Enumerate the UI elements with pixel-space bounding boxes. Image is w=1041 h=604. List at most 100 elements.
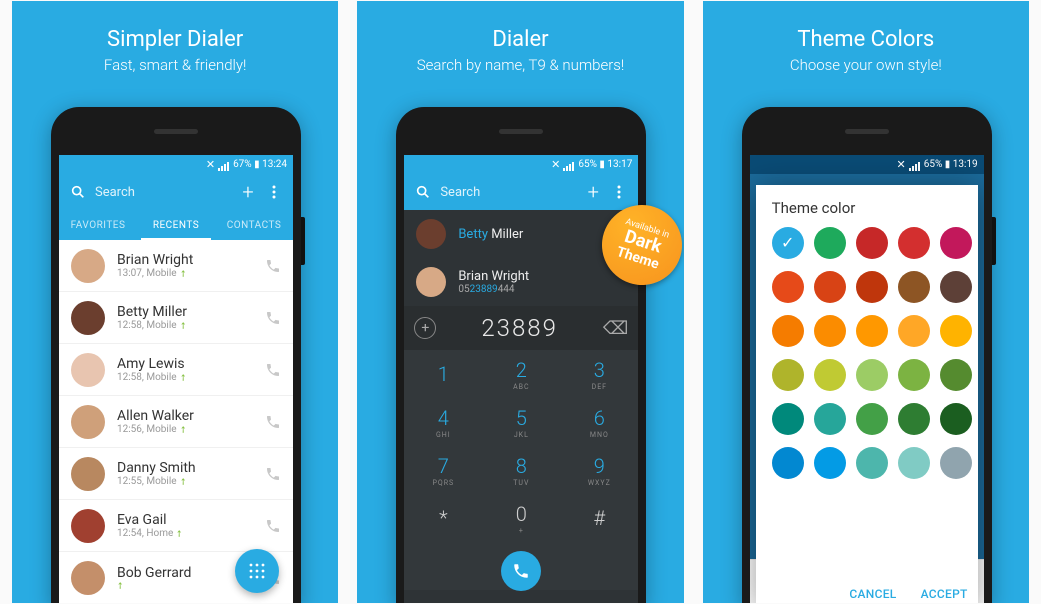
color-swatch[interactable] (940, 271, 972, 303)
call-icon[interactable] (265, 258, 281, 274)
key-8[interactable]: 8TUV (482, 446, 560, 494)
color-swatch[interactable] (898, 359, 930, 391)
phone-frame: ✕ 67% ▮ 13:24 Search + FAVORITES RECENTS… (51, 107, 301, 603)
overflow-icon[interactable] (265, 183, 283, 201)
panel-title: Dialer (357, 27, 683, 52)
call-icon[interactable] (265, 362, 281, 378)
add-icon[interactable]: + (584, 183, 602, 201)
call-icon[interactable] (265, 414, 281, 430)
call-icon[interactable] (265, 310, 281, 326)
contact-info: Brian Wright 13:07, Mobile ➚ (117, 252, 265, 279)
color-swatch[interactable] (856, 359, 888, 391)
key-number: # (594, 506, 606, 530)
accept-button[interactable]: ACCEPT (921, 587, 968, 601)
tab-contacts[interactable]: CONTACTS (215, 210, 293, 240)
color-swatch[interactable] (772, 227, 804, 259)
cancel-button[interactable]: CANCEL (849, 587, 896, 601)
key-*[interactable]: * (404, 494, 482, 542)
list-item[interactable]: Danny Smith 12:55, Mobile ➚ (59, 448, 293, 500)
color-swatch[interactable] (772, 403, 804, 435)
color-swatch[interactable] (940, 447, 972, 479)
dialpad-fab[interactable] (235, 549, 279, 593)
key-6[interactable]: 6MNO (560, 398, 638, 446)
list-item[interactable]: Amy Lewis 12:58, Mobile ➚ (59, 344, 293, 396)
color-swatch[interactable] (898, 315, 930, 347)
color-swatch[interactable] (898, 447, 930, 479)
dialog-buttons: CANCEL ACCEPT (849, 587, 967, 601)
contact-meta: 12:55, Mobile ➚ (117, 476, 265, 487)
mute-icon: ✕ (206, 158, 215, 171)
avatar (71, 561, 105, 595)
key-letters: TUV (513, 479, 529, 487)
search-result[interactable]: Brian Wright0523889444 (404, 258, 638, 306)
search-icon[interactable] (69, 183, 87, 201)
color-swatch[interactable] (772, 447, 804, 479)
backspace-icon[interactable]: ⌫ (603, 318, 628, 339)
color-swatch[interactable] (814, 403, 846, 435)
key-7[interactable]: 7PQRS (404, 446, 482, 494)
tab-recents[interactable]: RECENTS (137, 210, 215, 240)
color-swatch[interactable] (898, 271, 930, 303)
key-number: 0 (516, 502, 527, 526)
color-swatch[interactable] (856, 271, 888, 303)
key-0[interactable]: 0+ (482, 494, 560, 542)
list-item[interactable]: Brian Wright 13:07, Mobile ➚ (59, 240, 293, 292)
key-5[interactable]: 5JKL (482, 398, 560, 446)
color-swatch[interactable] (940, 359, 972, 391)
color-swatch[interactable] (940, 227, 972, 259)
color-swatch[interactable] (856, 315, 888, 347)
contact-meta: 12:56, Mobile ➚ (117, 424, 265, 435)
key-2[interactable]: 2ABC (482, 350, 560, 398)
color-swatch[interactable] (814, 271, 846, 303)
add-contact-icon[interactable]: + (414, 317, 436, 339)
color-swatch[interactable] (814, 227, 846, 259)
avatar (71, 509, 105, 543)
panel-title: Simpler Dialer (12, 27, 338, 52)
list-item[interactable]: Allen Walker 12:56, Mobile ➚ (59, 396, 293, 448)
status-bar: ✕ 65% ▮ 13:19 (750, 155, 984, 174)
overflow-icon[interactable] (610, 183, 628, 201)
theme-dialog: Theme color CANCEL ACCEPT (756, 185, 978, 603)
panel-subtitle: Search by name, T9 & numbers! (357, 56, 683, 74)
key-9[interactable]: 9WXYZ (560, 446, 638, 494)
dialog-title: Theme color (766, 199, 968, 217)
status-text: 65% ▮ 13:17 (578, 159, 632, 170)
color-swatch[interactable] (940, 315, 972, 347)
color-swatch[interactable] (814, 359, 846, 391)
search-input[interactable]: Search (95, 185, 231, 200)
color-swatch[interactable] (814, 315, 846, 347)
key-number: 6 (594, 406, 605, 430)
list-item[interactable]: Eva Gail 12:54, Home ➚ (59, 500, 293, 552)
outgoing-call-icon: ➚ (115, 579, 127, 591)
search-input[interactable]: Search (440, 185, 576, 200)
outgoing-call-icon: ➚ (177, 267, 189, 279)
outgoing-call-icon: ➚ (177, 475, 189, 487)
color-swatch-grid (766, 227, 968, 479)
key-#[interactable]: # (560, 494, 638, 542)
signal-icon (218, 158, 229, 171)
color-swatch[interactable] (898, 227, 930, 259)
app-bar: Search + (59, 174, 293, 210)
key-4[interactable]: 4GHI (404, 398, 482, 446)
color-swatch[interactable] (814, 447, 846, 479)
color-swatch[interactable] (856, 403, 888, 435)
call-button[interactable] (501, 551, 541, 591)
list-item[interactable]: Betty Miller 12:58, Mobile ➚ (59, 292, 293, 344)
add-icon[interactable]: + (239, 183, 257, 201)
color-swatch[interactable] (772, 359, 804, 391)
color-swatch[interactable] (856, 447, 888, 479)
call-icon[interactable] (265, 466, 281, 482)
color-swatch[interactable] (898, 403, 930, 435)
app-bar: Search + (404, 174, 638, 210)
key-1[interactable]: 1 (404, 350, 482, 398)
key-3[interactable]: 3DEF (560, 350, 638, 398)
color-swatch[interactable] (772, 271, 804, 303)
color-swatch[interactable] (940, 403, 972, 435)
status-bar: ✕ 67% ▮ 13:24 (59, 155, 293, 174)
key-letters: ABC (513, 383, 529, 391)
tab-favorites[interactable]: FAVORITES (59, 210, 137, 240)
call-icon[interactable] (265, 518, 281, 534)
color-swatch[interactable] (772, 315, 804, 347)
search-icon[interactable] (414, 183, 432, 201)
color-swatch[interactable] (856, 227, 888, 259)
